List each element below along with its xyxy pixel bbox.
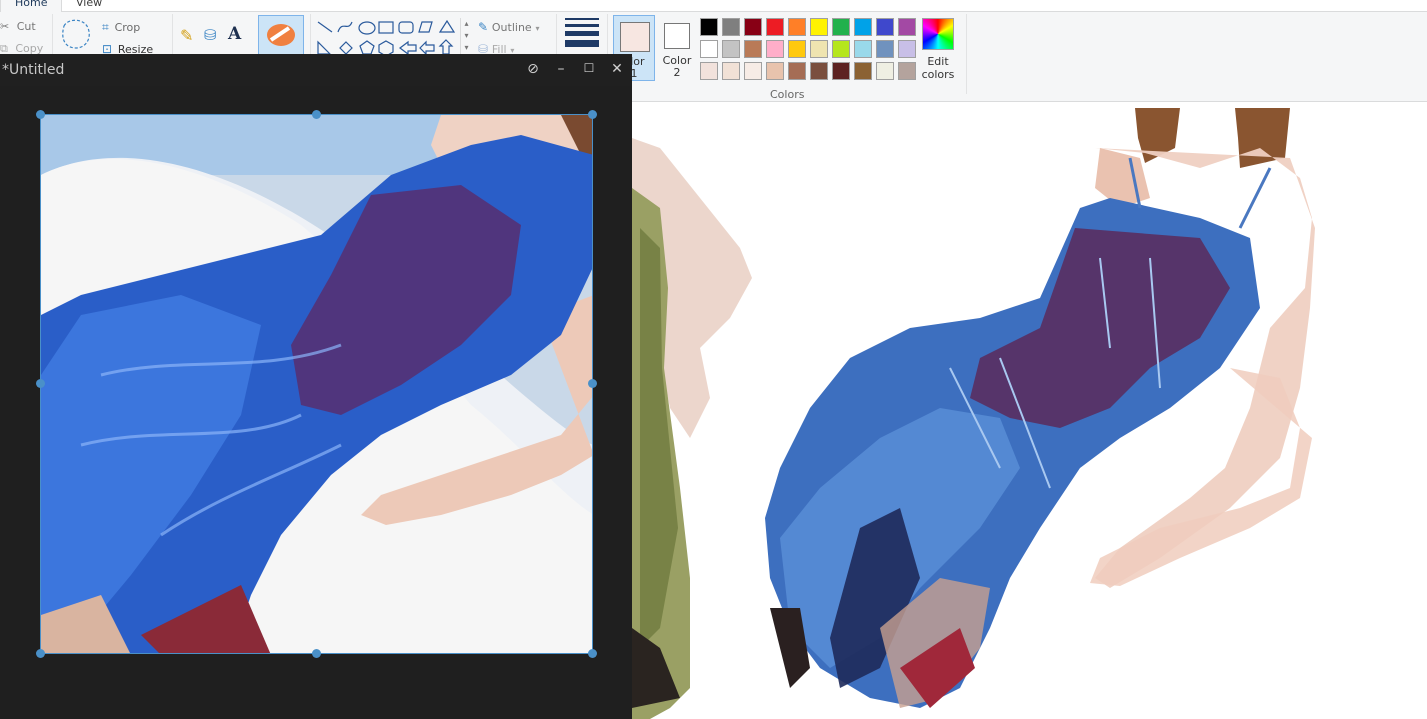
shapes-gallery[interactable] <box>316 18 458 58</box>
palette-swatch[interactable] <box>876 40 894 58</box>
resize-handle[interactable] <box>588 110 597 119</box>
palette-swatch[interactable] <box>898 18 916 36</box>
palette-swatch[interactable] <box>766 18 784 36</box>
color2-swatch <box>664 23 690 49</box>
palette-swatch[interactable] <box>722 40 740 58</box>
palette-swatch[interactable] <box>700 18 718 36</box>
palette-swatch[interactable] <box>744 40 762 58</box>
ribbon-tabs: Home View <box>0 0 1427 12</box>
palette-swatch[interactable] <box>700 40 718 58</box>
palette-swatch[interactable] <box>766 62 784 80</box>
color2-label: Color 2 <box>662 54 692 79</box>
palette-swatch[interactable] <box>810 40 828 58</box>
palette-swatch[interactable] <box>788 62 806 80</box>
unpin-icon[interactable]: ⊘ <box>523 61 543 77</box>
palette-swatch[interactable] <box>832 18 850 36</box>
palette-swatch[interactable] <box>722 62 740 80</box>
text-tool-icon[interactable]: A <box>228 24 241 44</box>
pencil-icon[interactable]: ✎ <box>180 26 193 45</box>
free-form-select-icon[interactable] <box>58 16 94 52</box>
palette-swatch[interactable] <box>722 18 740 36</box>
resize-handle[interactable] <box>312 110 321 119</box>
shapes-scroll[interactable]: ▴ ▾ ▾ <box>460 18 472 56</box>
palette-swatch[interactable] <box>810 18 828 36</box>
palette-swatch[interactable] <box>832 40 850 58</box>
palette-swatch[interactable] <box>700 62 718 80</box>
cut-button[interactable]: ✂ Cut <box>0 20 36 33</box>
brush-icon <box>267 24 295 46</box>
palette-swatch[interactable] <box>876 18 894 36</box>
palette-swatch[interactable] <box>788 40 806 58</box>
palette-swatch[interactable] <box>810 62 828 80</box>
close-icon[interactable]: ✕ <box>607 61 627 77</box>
crop-icon: ⌗ <box>102 20 109 34</box>
scissors-icon: ✂ <box>0 20 10 33</box>
palette-swatch[interactable] <box>854 40 872 58</box>
color1-swatch <box>620 22 650 52</box>
snip-window: *Untitled ⊘ – ☐ ✕ <box>0 54 632 719</box>
resize-handle[interactable] <box>36 110 45 119</box>
palette-swatch[interactable] <box>766 40 784 58</box>
snip-title-bar: *Untitled ⊘ – ☐ ✕ <box>0 54 632 86</box>
brushes-button[interactable] <box>258 15 304 55</box>
palette-swatch[interactable] <box>744 18 762 36</box>
resize-handle[interactable] <box>588 649 597 658</box>
palette-swatch[interactable] <box>854 62 872 80</box>
resize-handle[interactable] <box>588 379 597 388</box>
colors-group-label: Colors <box>770 88 805 101</box>
fill-bucket-icon[interactable]: ⛁ <box>204 26 217 44</box>
outline-icon: ✎ <box>478 20 489 34</box>
chevron-down-icon: ▾ <box>535 24 540 33</box>
selection-image[interactable] <box>40 114 593 654</box>
crop-button[interactable]: ⌗ Crop <box>102 20 140 35</box>
window-title: *Untitled <box>2 62 65 78</box>
photo-dress <box>41 115 592 653</box>
edit-colors-button[interactable]: Edit colors <box>914 55 962 81</box>
palette-swatch[interactable] <box>876 62 894 80</box>
minimize-icon[interactable]: – <box>551 61 571 77</box>
tab-view[interactable]: View <box>62 0 116 12</box>
color2-button[interactable]: Color 2 <box>660 15 694 81</box>
edit-colors-icon[interactable] <box>922 18 954 50</box>
palette-swatch[interactable] <box>854 18 872 36</box>
resize-handle[interactable] <box>36 649 45 658</box>
maximize-icon[interactable]: ☐ <box>579 61 599 75</box>
palette-swatch[interactable] <box>832 62 850 80</box>
palette-swatch[interactable] <box>744 62 762 80</box>
size-button[interactable] <box>565 18 599 47</box>
resize-handle[interactable] <box>36 379 45 388</box>
palette-swatch[interactable] <box>788 18 806 36</box>
tab-home[interactable]: Home <box>0 0 63 12</box>
outline-button[interactable]: ✎ Outline ▾ <box>478 20 540 34</box>
resize-handle[interactable] <box>312 649 321 658</box>
